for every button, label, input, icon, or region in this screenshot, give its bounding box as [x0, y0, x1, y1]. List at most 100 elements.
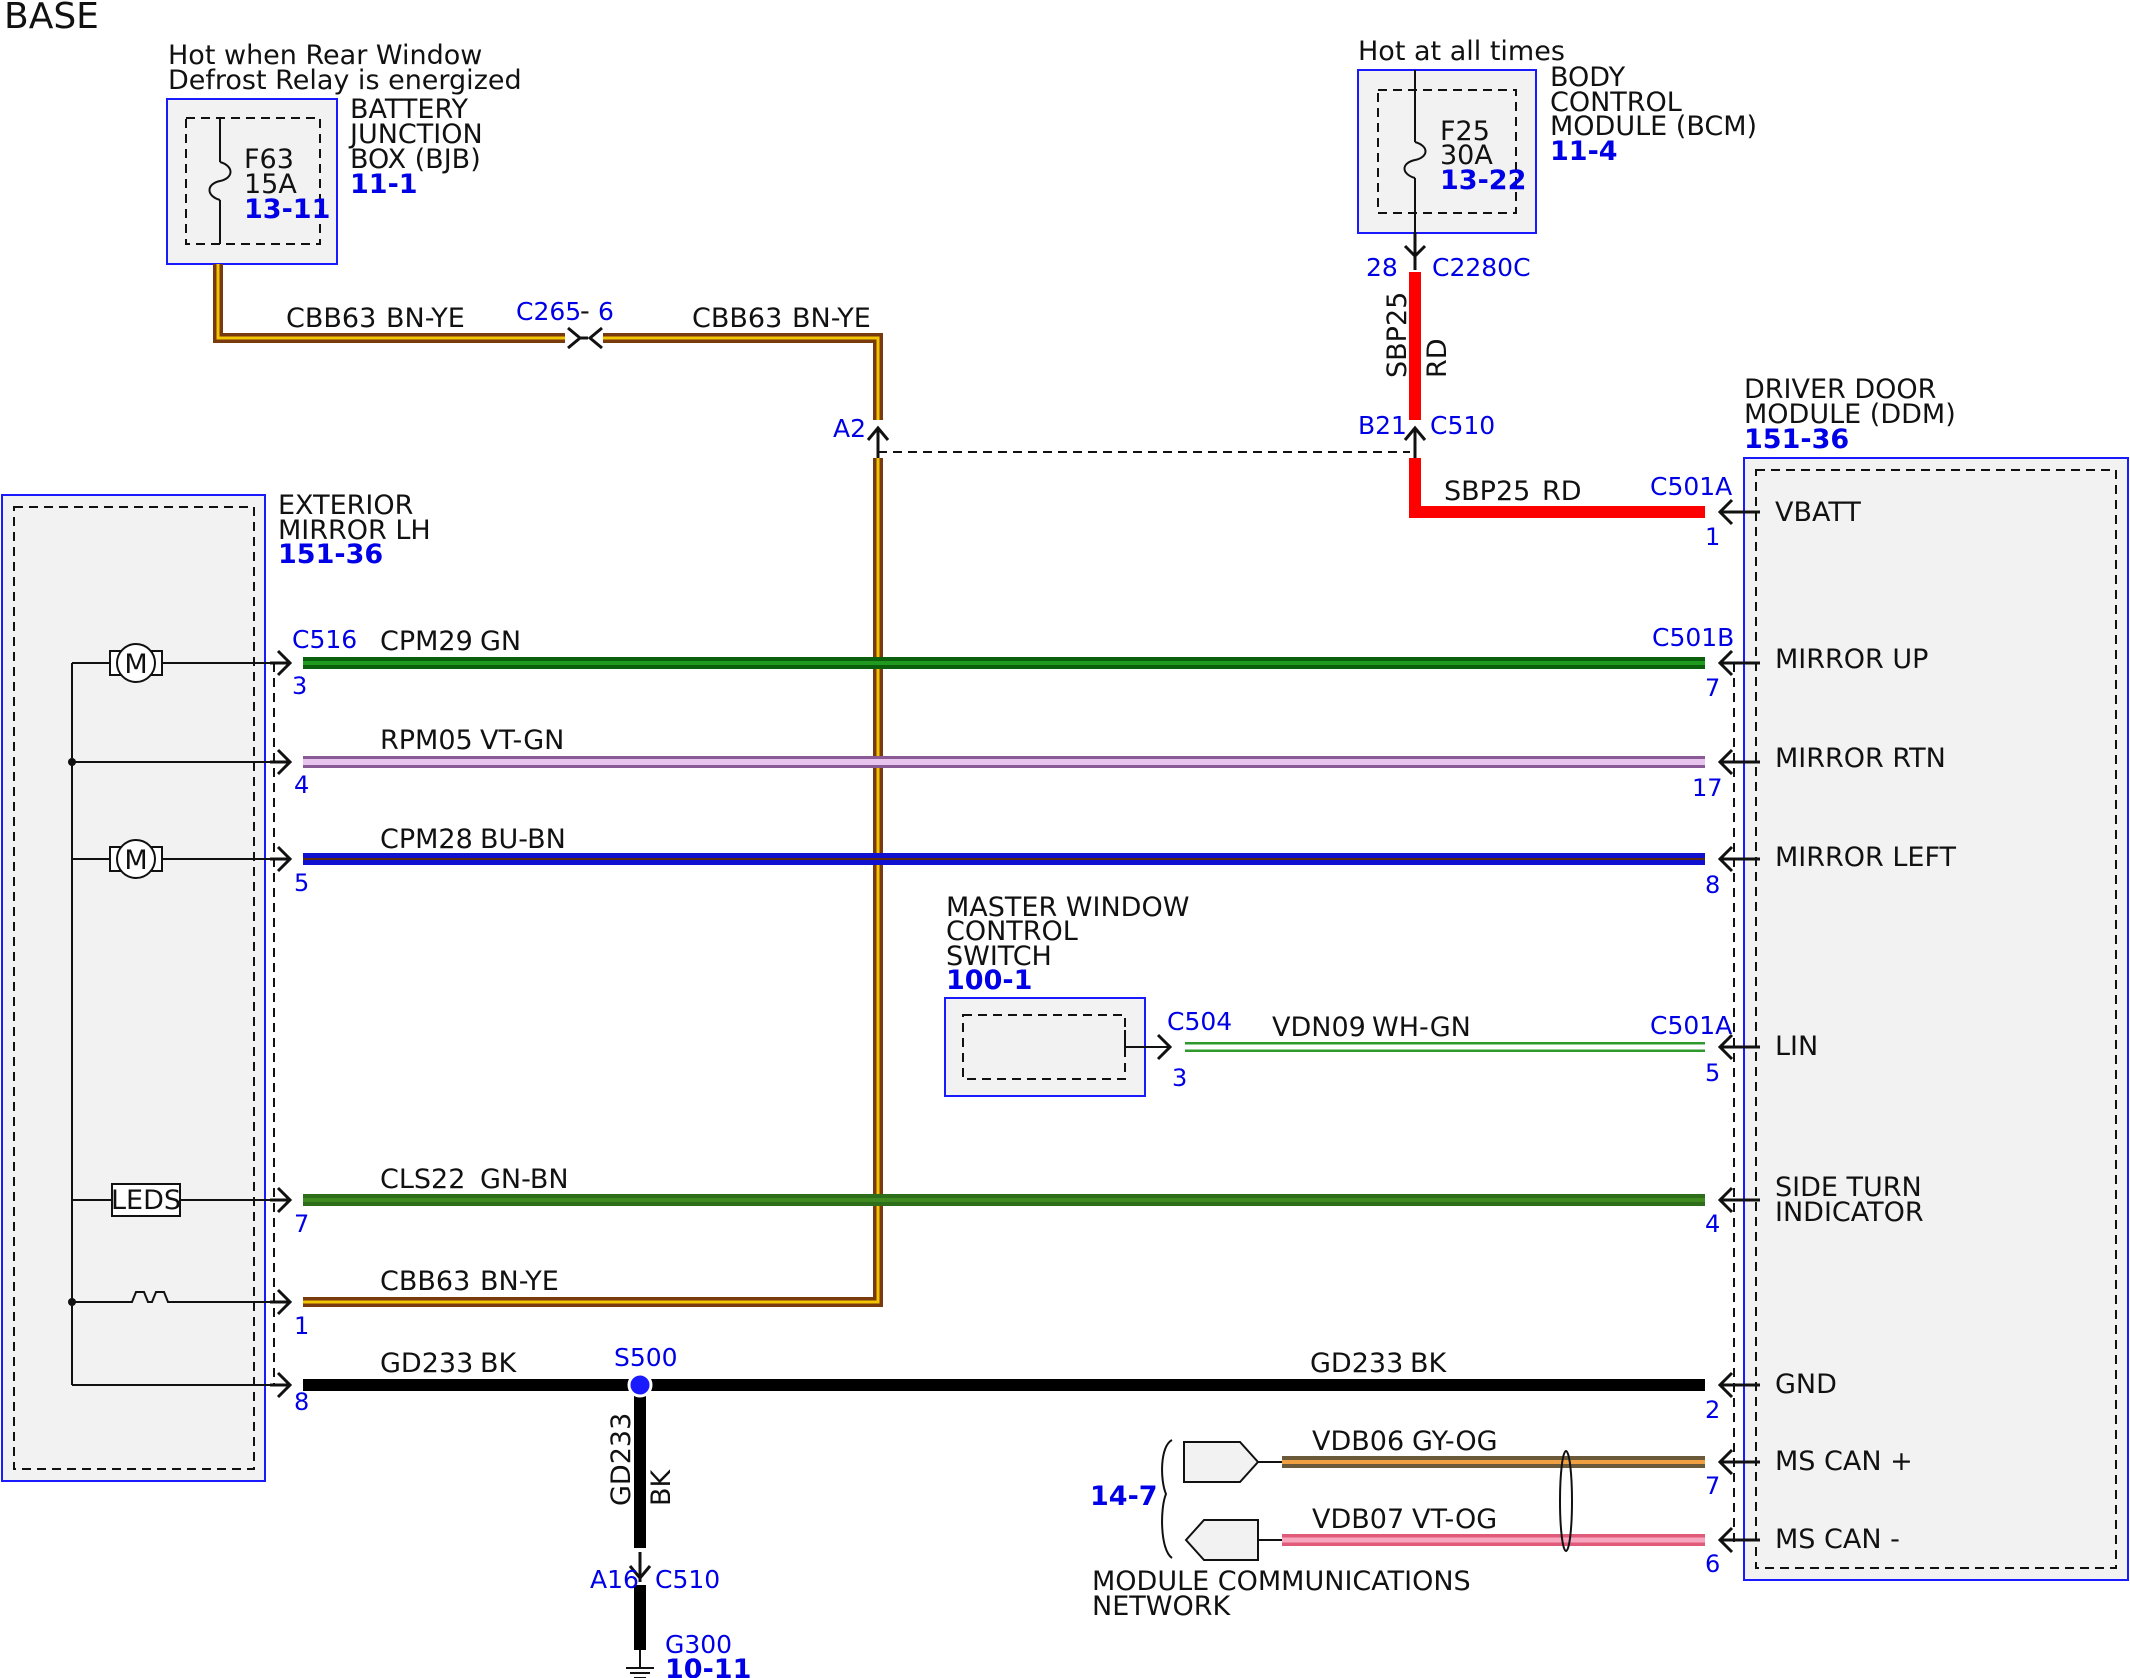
network-plus-connector-icon — [1183, 1441, 1260, 1483]
network-name-line2: NETWORK — [1092, 1591, 1231, 1622]
connector-a2-icon — [866, 425, 890, 458]
connector-c2280c-pin: 28 — [1366, 253, 1398, 282]
mirror-pin-num-5: 5 — [294, 869, 309, 897]
wire-label-sbp25: SBP25 — [1444, 476, 1530, 507]
wire-label-gd233-2: GD233 — [1310, 1348, 1403, 1379]
ddm-pin-num-2: 2 — [1705, 1396, 1720, 1424]
connector-c504-pin: 3 — [1172, 1064, 1187, 1092]
bjb-ref[interactable]: 11-1 — [350, 169, 418, 200]
connector-c265-icon — [567, 326, 603, 350]
mirror-pin-num-1: 1 — [294, 1312, 309, 1340]
ddm-pin-side-turn-2: INDICATOR — [1775, 1197, 1924, 1228]
bcm-fuse-ref[interactable]: 13-22 — [1440, 165, 1526, 196]
connector-c265-sep: - — [580, 296, 590, 327]
connector-pin-a2: A2 — [833, 414, 866, 443]
master-window-control-switch[interactable]: MASTER WINDOW CONTROL SWITCH 100-1 — [944, 892, 1189, 1097]
wiring-diagram: BASE Hot when Rear Window Defrost Relay … — [0, 0, 2130, 1678]
connector-c516[interactable]: C516 — [292, 625, 357, 654]
splice-dot — [68, 758, 76, 766]
connector-c510-lower[interactable]: C510 — [655, 1565, 720, 1594]
network-minus-connector-icon — [1184, 1519, 1259, 1561]
connector-c265[interactable]: C265 — [516, 297, 581, 326]
wire-color-cls22: GN-BN — [480, 1164, 569, 1195]
connector-c501a-lin[interactable]: C501A — [1650, 1011, 1732, 1040]
connector-c510[interactable]: C510 — [1430, 411, 1495, 440]
splice-s500[interactable] — [627, 1372, 653, 1398]
connector-b21-icon — [1403, 425, 1427, 458]
ddm-pin-num-8: 8 — [1705, 871, 1720, 899]
connector-c501b-pin: 7 — [1705, 674, 1720, 702]
bcm-note: Hot at all times — [1358, 36, 1565, 67]
connector-c2280c[interactable]: C2280C — [1432, 253, 1531, 282]
wire-label-gd233-1: GD233 — [380, 1348, 473, 1379]
ddm-pin-ms-can-minus: MS CAN - — [1775, 1524, 1900, 1555]
battery-junction-box[interactable]: Hot when Rear Window Defrost Relay is en… — [166, 40, 522, 265]
wire-color-rpm05: VT-GN — [480, 725, 564, 756]
bjb-note-line2: Defrost Relay is energized — [168, 65, 522, 96]
mirror-pin-num-7: 7 — [294, 1210, 309, 1238]
ddm-pin-mirror-left: MIRROR LEFT — [1775, 842, 1957, 873]
mirror-pin-num-3: 3 — [292, 672, 307, 700]
wire-color-cbb63-3: BN-YE — [480, 1266, 559, 1297]
splice-s500-label[interactable]: S500 — [614, 1343, 678, 1372]
mwcs-ref[interactable]: 100-1 — [946, 965, 1032, 996]
wire-label-cpm29: CPM29 — [380, 626, 473, 657]
motor-up-label: M — [124, 649, 147, 680]
connector-c501a-top-pin: 1 — [1705, 523, 1720, 551]
wiring-diagram-svg: BASE Hot when Rear Window Defrost Relay … — [1, 0, 2129, 1678]
connector-c265-pin: 6 — [598, 297, 614, 326]
wire-label-cpm28: CPM28 — [380, 824, 473, 855]
ground-icon — [626, 1650, 654, 1678]
wire-cbb63-top[interactable] — [213, 264, 883, 420]
wire-color-cbb63-2: BN-YE — [792, 303, 871, 334]
mirror-ref[interactable]: 151-36 — [278, 539, 383, 570]
wire-label-cls22: CLS22 — [380, 1164, 465, 1195]
mwcs-box — [944, 997, 1146, 1097]
ddm-pin-mirror-rtn: MIRROR RTN — [1775, 743, 1946, 774]
ddm-ref[interactable]: 151-36 — [1744, 424, 1849, 455]
ddm-pin-lin: LIN — [1775, 1031, 1818, 1062]
ddm-pin-gnd: GND — [1775, 1369, 1837, 1400]
wire-color-gd233-vertical: BK — [646, 1468, 677, 1506]
mirror-pin-num-4: 4 — [294, 771, 309, 799]
connector-c501b[interactable]: C501B — [1652, 623, 1734, 652]
wire-label-cbb63-1: CBB63 — [286, 303, 376, 334]
wire-color-vdb07: VT-OG — [1412, 1504, 1497, 1535]
motor-left-label: M — [124, 845, 147, 876]
ddm-pin-num-7: 7 — [1705, 1472, 1720, 1500]
bcm-ref[interactable]: 11-4 — [1550, 136, 1618, 167]
wire-label-vdb07: VDB07 — [1312, 1504, 1404, 1535]
ddm-pin-vbatt: VBATT — [1775, 497, 1861, 528]
wire-color-cpm29: GN — [480, 626, 521, 657]
connector-c501a-top[interactable]: C501A — [1650, 472, 1732, 501]
network-brace — [1161, 1439, 1173, 1559]
wire-label-cbb63-2: CBB63 — [692, 303, 782, 334]
ddm-pin-num-4: 4 — [1705, 1210, 1720, 1238]
wire-label-gd233-vertical: GD233 — [606, 1413, 637, 1506]
wire-color-gd233-2: BK — [1410, 1348, 1448, 1379]
ddm-pin-num-5: 5 — [1705, 1059, 1720, 1087]
wire-color-sbp25: RD — [1542, 476, 1582, 507]
bjb-fuse-ref[interactable]: 13-11 — [244, 194, 330, 225]
wire-color-vdn09: WH-GN — [1372, 1012, 1471, 1043]
connector-c504[interactable]: C504 — [1167, 1007, 1232, 1036]
wire-label-rpm05: RPM05 — [380, 725, 473, 756]
mirror-box — [1, 494, 266, 1482]
exterior-mirror-lh[interactable]: EXTERIOR MIRROR LH 151-36 M M LEDS — [1, 490, 431, 1482]
body-control-module[interactable]: Hot at all times F25 30A 13-22 BODY CONT… — [1357, 36, 1757, 252]
connector-pin-a16: A16 — [590, 1565, 639, 1594]
ddm-box — [1743, 457, 2129, 1581]
mirror-pin-num-8: 8 — [294, 1388, 309, 1416]
network-ref[interactable]: 14-7 — [1090, 1481, 1158, 1512]
wire-color-cbb63-1: BN-YE — [386, 303, 465, 334]
connector-c2280c-icon — [1403, 232, 1427, 270]
wire-color-cpm28: BU-BN — [480, 824, 566, 855]
ddm-pin-mirror-up: MIRROR UP — [1775, 644, 1928, 675]
connector-pin-b21: B21 — [1358, 411, 1407, 440]
wire-label-vdn09: VDN09 — [1272, 1012, 1366, 1043]
driver-door-module[interactable]: DRIVER DOOR MODULE (DDM) 151-36 VBATT MI… — [1733, 374, 2129, 1581]
ground-ref[interactable]: 10-11 — [665, 1654, 751, 1678]
wire-color-sbp25-vertical: RD — [1422, 338, 1453, 378]
wire-label-vdb06: VDB06 — [1312, 1426, 1404, 1457]
wire-label-cbb63-3: CBB63 — [380, 1266, 470, 1297]
